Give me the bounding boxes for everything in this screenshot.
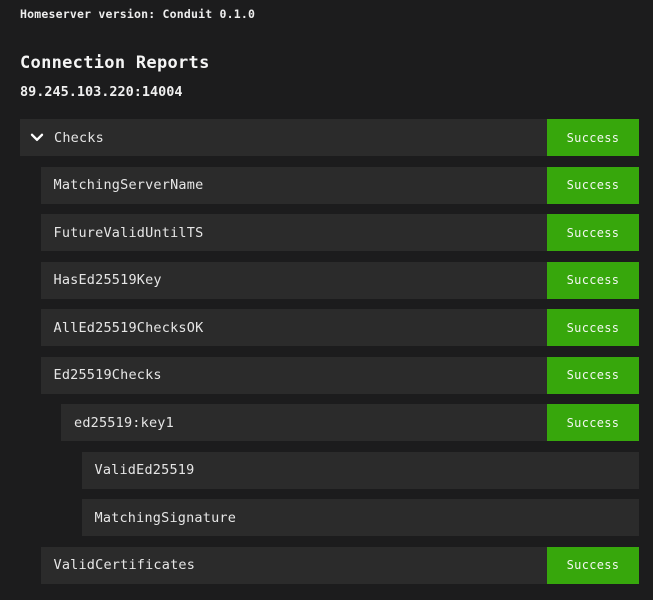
check-label: Ed25519Checks [54, 367, 162, 383]
status-badge: Success [547, 357, 639, 394]
homeserver-version-line: Homeserver version: Conduit 0.1.0 [20, 8, 639, 20]
status-badge: Success [547, 167, 639, 204]
page-title: Connection Reports [20, 54, 639, 72]
check-label: MatchingSignature [95, 510, 237, 526]
check-label: MatchingServerName [54, 177, 204, 193]
check-row-ed25519-key1: ed25519:key1 Success [61, 404, 639, 441]
check-row-matchingservername: MatchingServerName Success [41, 167, 640, 204]
check-label: FutureValidUntilTS [54, 225, 204, 241]
check-label: AllEd25519ChecksOK [54, 320, 204, 336]
check-rows-list: Checks Success MatchingServerName Succes… [20, 119, 639, 584]
check-row-hased25519key: HasEd25519Key Success [41, 262, 640, 299]
chevron-down-icon [30, 133, 44, 142]
check-row-ed25519checks: Ed25519Checks Success [41, 357, 640, 394]
check-label: ValidCertificates [54, 557, 196, 573]
status-badge: Success [547, 119, 639, 156]
check-label: HasEd25519Key [54, 272, 162, 288]
server-address: 89.245.103.220:14004 [20, 86, 639, 99]
check-row-validcertificates: ValidCertificates Success [41, 547, 640, 584]
status-badge: Success [547, 214, 639, 251]
connection-report-page: Homeserver version: Conduit 0.1.0 Connec… [0, 0, 653, 584]
status-badge: Success [547, 404, 639, 441]
check-row-alled25519checksok: AllEd25519ChecksOK Success [41, 309, 640, 346]
check-row-matchingsignature: MatchingSignature [82, 499, 640, 536]
check-row-checks[interactable]: Checks Success [20, 119, 639, 156]
status-badge: Success [547, 262, 639, 299]
check-row-valided25519: ValidEd25519 [82, 452, 640, 489]
check-label: ValidEd25519 [95, 462, 195, 478]
status-badge: Success [547, 547, 639, 584]
status-badge: Success [547, 309, 639, 346]
check-label: Checks [54, 130, 104, 146]
check-row-futurevaliduntilts: FutureValidUntilTS Success [41, 214, 640, 251]
check-label: ed25519:key1 [74, 415, 174, 431]
